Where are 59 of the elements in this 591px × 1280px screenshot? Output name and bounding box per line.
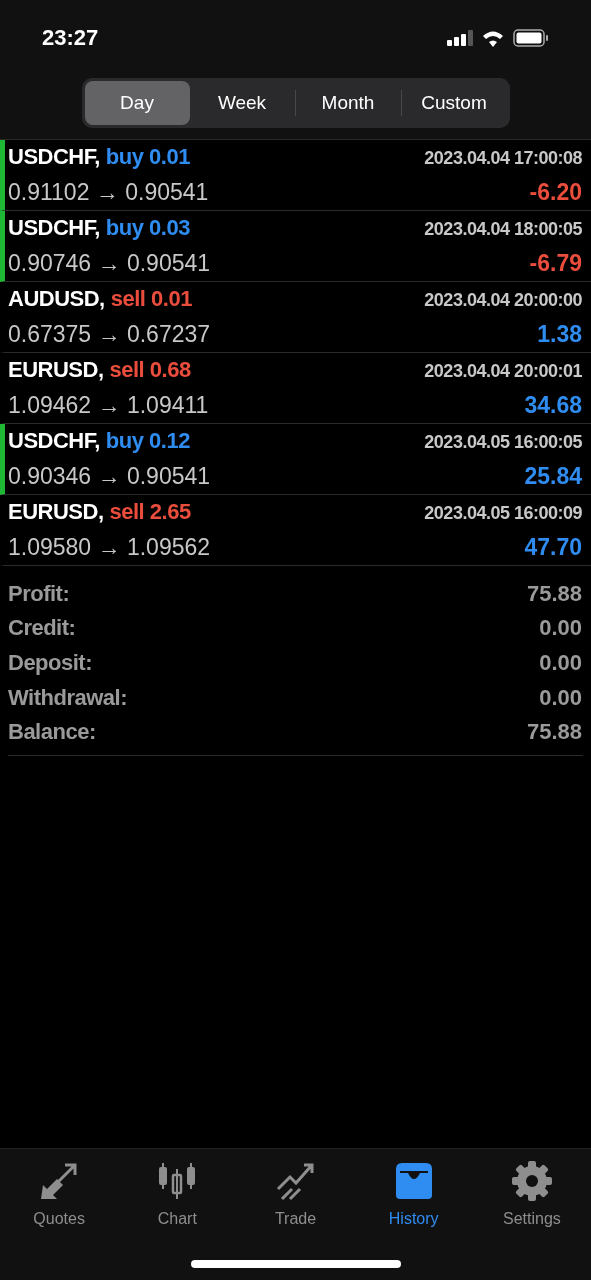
deal-row[interactable]: EURUSD, sell 2.65 2023.04.05 16:00:09 1.09580 → 1.09562 47.70 [0,495,591,566]
deal-row[interactable]: EURUSD, sell 0.68 2023.04.04 20:00:01 1.09462 → 1.09411 34.68 [0,353,591,424]
deal-row[interactable]: USDCHF, buy 0.03 2023.04.04 18:00:05 0.90746 → 0.90541 -6.79 [0,211,591,282]
deal-volume: sell 0.01 [110,285,192,314]
deal-volume: buy 0.12 [105,427,190,456]
tab-bar-item[interactable]: Trade [236,1159,355,1231]
deal-profit: -6.20 [529,178,582,208]
segment-tab[interactable]: Week [189,81,295,125]
deal-row[interactable]: AUDUSD, sell 0.01 2023.04.04 20:00:00 0.67375 → 0.67237 1.38 [0,282,591,353]
deal-profit: 25.84 [524,462,582,492]
battery-icon [513,28,549,47]
deal-profit: 47.70 [524,533,582,563]
deal-profit: -6.79 [529,249,582,279]
summary-label: Balance: [8,718,96,747]
tab-bar-item[interactable]: Settings [472,1159,591,1231]
deal-symbol: USDCHF, [8,427,100,456]
segment-tab[interactable]: Month [295,81,401,125]
deal-profit: 1.38 [537,320,582,350]
summary-label: Deposit: [8,649,92,677]
deal-time: 2023.04.04 20:00:00 [424,289,582,313]
deal-time: 2023.04.05 16:00:05 [424,431,582,455]
summary-label: Withdrawal: [8,683,127,712]
deal-symbol: AUDUSD, [8,285,105,314]
deal-symbol: EURUSD, [8,498,104,527]
deal-volume: sell 0.68 [109,356,191,385]
summary-value: 75.88 [526,579,582,608]
segment-tab[interactable]: Custom [401,81,507,125]
deal-volume: buy 0.03 [105,214,190,243]
deal-prices: 0.67375 → 0.67237 [8,320,211,350]
deal-time: 2023.04.05 16:00:09 [424,502,582,526]
tab-bar-item[interactable]: Chart [118,1159,237,1231]
deal-row[interactable]: USDCHF, buy 0.01 2023.04.04 17:00:08 0.91102 → 0.90541 -6.20 [0,140,591,211]
deal-symbol: USDCHF, [8,143,100,172]
deal-prices: 1.09462 → 1.09411 [8,391,209,421]
summary-value: 0.00 [539,683,582,712]
summary-label: Credit: [8,614,76,643]
summary-value: 0.00 [539,614,582,643]
deal-row[interactable]: USDCHF, buy 0.12 2023.04.05 16:00:05 0.90346 → 0.90541 25.84 [0,424,591,495]
signal-icon [447,29,473,46]
deal-time: 2023.04.04 17:00:08 [424,147,582,171]
tab-bar-item[interactable]: History [354,1159,473,1231]
deal-profit: 34.68 [524,391,582,421]
deal-time: 2023.04.04 20:00:01 [424,360,582,384]
summary-label: Profit: [8,579,70,608]
deal-time: 2023.04.04 18:00:05 [424,218,582,242]
deal-symbol: EURUSD, [8,356,104,385]
deal-prices: 1.09580 → 1.09562 [8,533,211,563]
deal-symbol: USDCHF, [8,214,100,243]
deal-volume: sell 2.65 [109,498,191,527]
status-time: 23:27 [42,24,99,52]
segment-tab[interactable]: Day [84,81,190,125]
deal-prices: 0.91102 → 0.90541 [8,178,209,208]
summary-value: 75.88 [526,718,582,747]
summary-value: 0.00 [539,649,582,677]
settings-icon [509,1159,554,1203]
deal-volume: buy 0.01 [105,143,190,172]
tab-bar-item[interactable]: Quotes [0,1159,119,1231]
deal-prices: 0.90346 → 0.90541 [8,462,211,492]
deal-prices: 0.90746 → 0.90541 [8,249,211,279]
